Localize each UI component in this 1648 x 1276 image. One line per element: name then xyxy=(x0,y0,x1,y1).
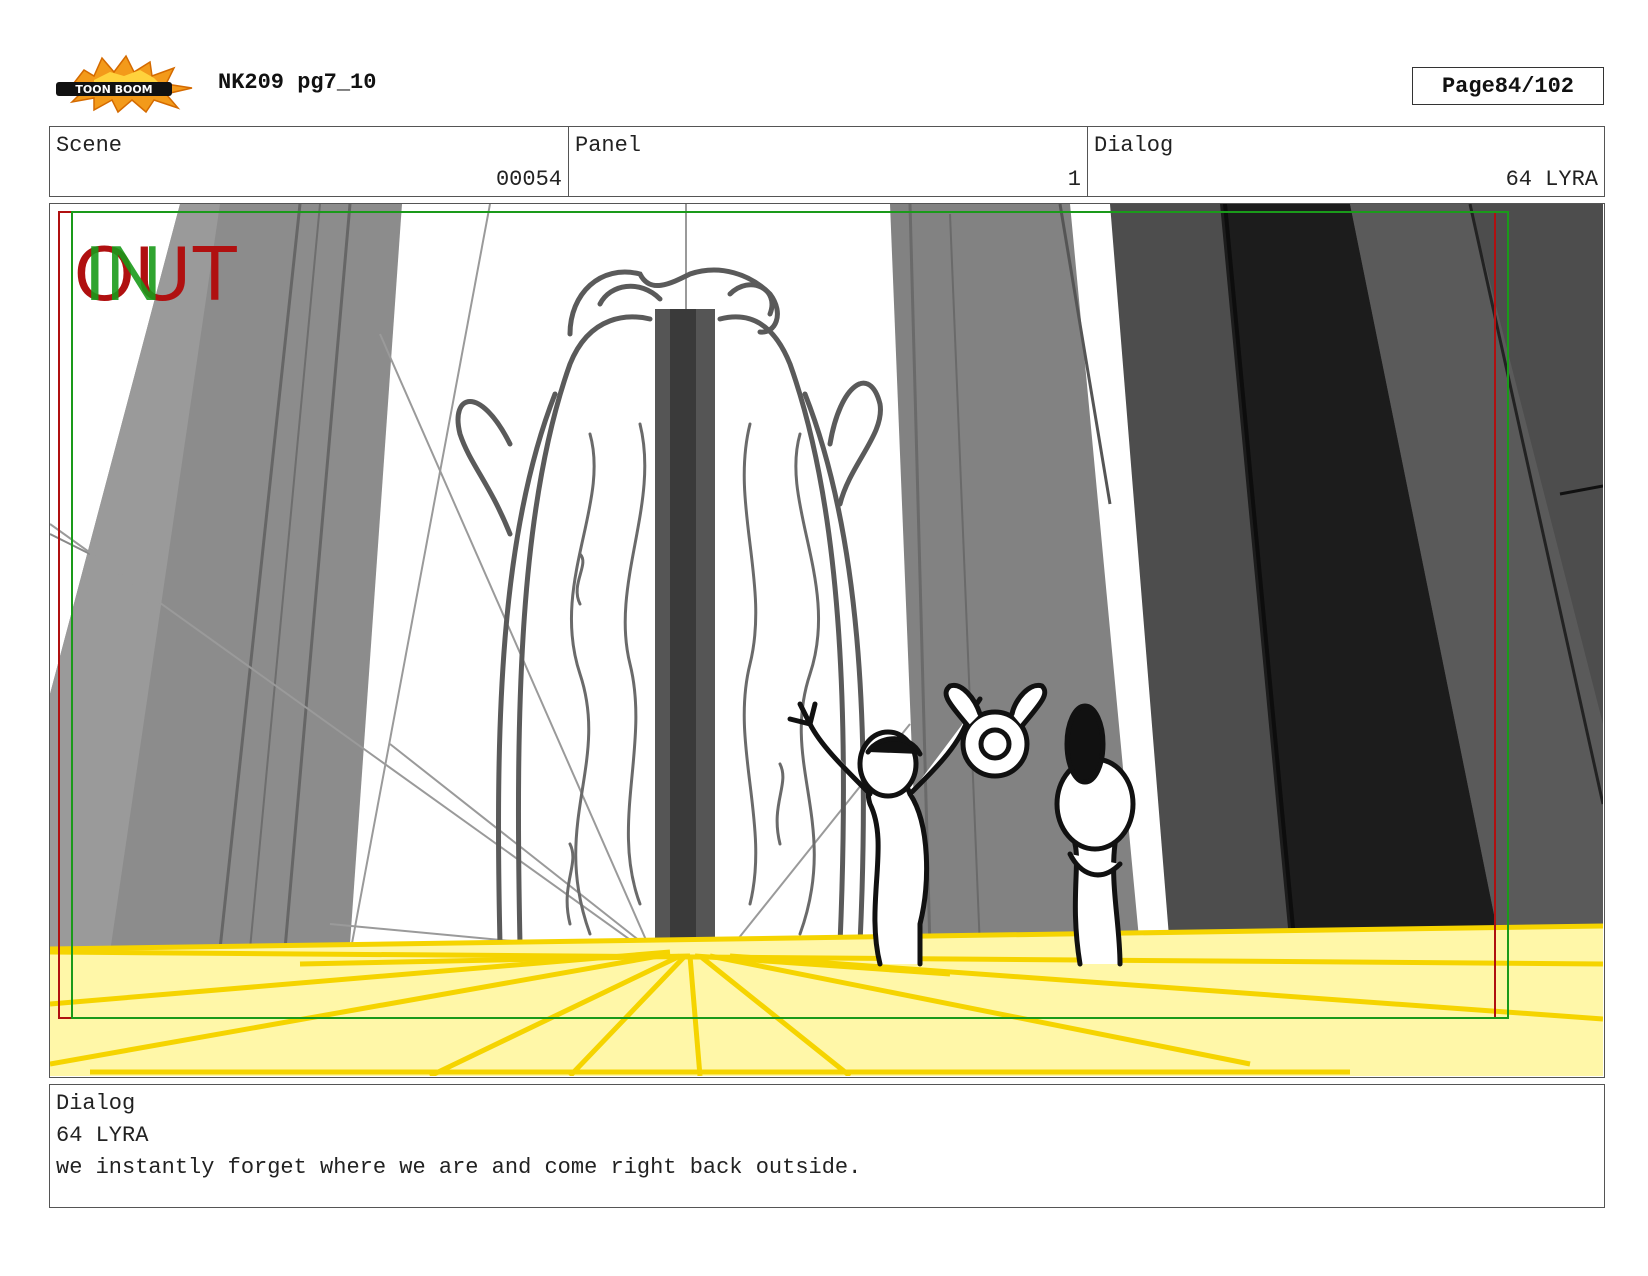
dialog-box: Dialog 64 LYRA we instantly forget where… xyxy=(49,1084,1605,1208)
panel-value: 1 xyxy=(1067,167,1081,192)
page-indicator: Page 84/102 xyxy=(1412,67,1604,105)
scene-cell: Scene 00054 xyxy=(49,126,569,197)
panel-cell: Panel 1 xyxy=(568,126,1088,197)
storyboard-panel: OUT IN xyxy=(49,203,1605,1078)
toon-boom-logo: TOON BOOM xyxy=(54,52,196,114)
dialog-character: 64 LYRA xyxy=(56,1123,149,1148)
page-number: 84/102 xyxy=(1494,73,1575,99)
dialog-line: we instantly forget where we are and com… xyxy=(56,1155,862,1180)
document-title: NK209 pg7_10 xyxy=(218,70,377,95)
scene-value: 00054 xyxy=(495,167,562,192)
dialog-label: Dialog xyxy=(56,1091,136,1116)
dialog-header-label: Dialog xyxy=(1094,133,1174,158)
panel-drawing: OUT IN xyxy=(50,204,1603,1076)
panel-label: Panel xyxy=(575,133,642,158)
scene-label: Scene xyxy=(56,133,123,158)
dialog-header-value: 64 LYRA xyxy=(1505,167,1598,192)
in-marker: IN xyxy=(84,229,162,317)
dialog-cell: Dialog 64 LYRA xyxy=(1087,126,1605,197)
svg-text:TOON BOOM: TOON BOOM xyxy=(75,83,152,96)
page-label: Page xyxy=(1441,73,1495,99)
